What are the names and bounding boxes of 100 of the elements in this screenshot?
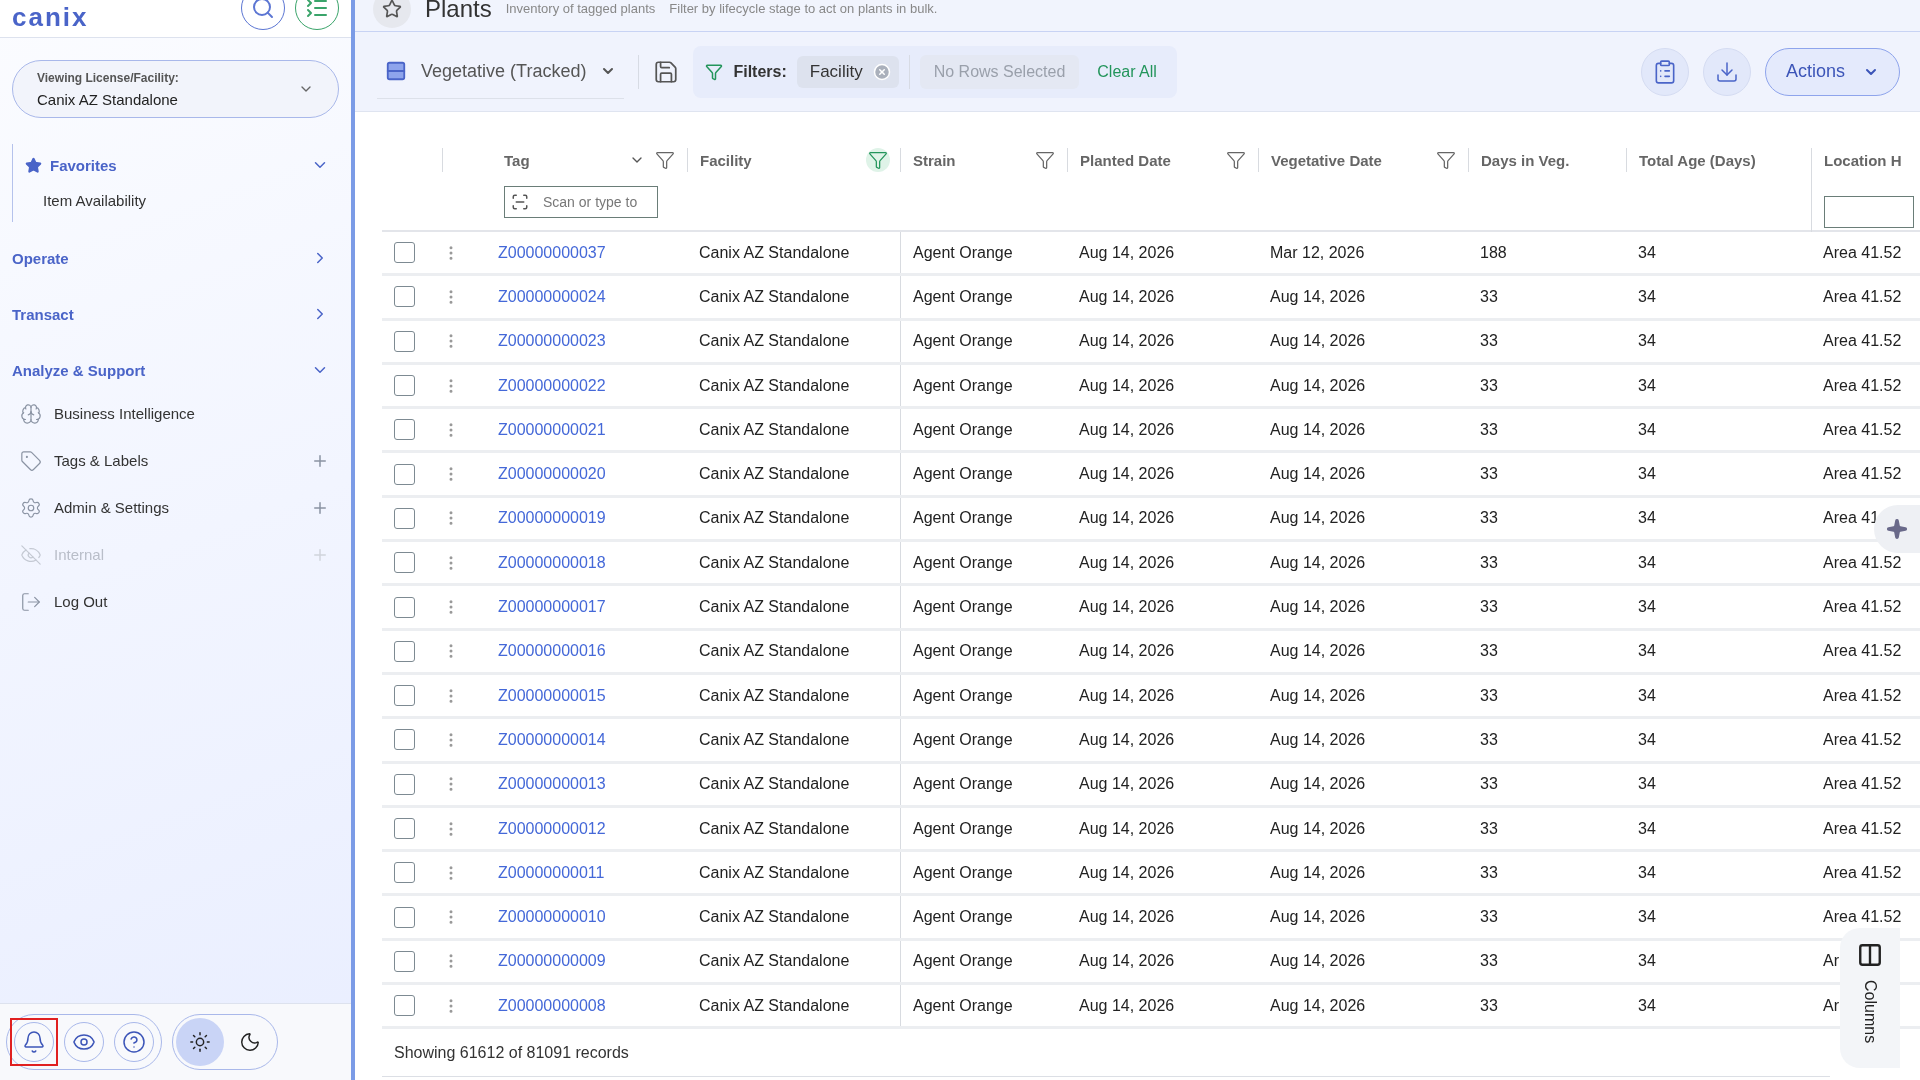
table-cell: Canix AZ Standalone [699, 775, 850, 794]
column-header[interactable]: Total Age (Days) [1639, 151, 1801, 169]
tag-link[interactable]: Z00000000010 [498, 908, 606, 927]
favorite-item[interactable]: Item Availability [13, 182, 351, 218]
row-checkbox[interactable] [394, 596, 415, 618]
table-cell: Area 41.52 [1823, 465, 1901, 484]
row-checkbox[interactable] [394, 729, 415, 751]
row-checkbox[interactable] [394, 773, 415, 795]
nav-section[interactable]: Transact [0, 294, 351, 334]
tag-link[interactable]: Z00000000019 [498, 509, 606, 528]
tag-link[interactable]: Z00000000017 [498, 598, 606, 616]
tag-link[interactable]: Z00000000020 [498, 465, 606, 484]
nav-item[interactable]: Business Intelligence [0, 390, 351, 437]
row-checkbox[interactable] [394, 995, 415, 1017]
moon-icon [239, 1031, 261, 1053]
save-button[interactable] [653, 58, 680, 85]
table-cell: 33 [1480, 376, 1498, 395]
table-cell: Ar [1823, 952, 1839, 971]
table-cell: 33 [1480, 332, 1498, 351]
table-cell: Aug 14, 2026 [1270, 819, 1366, 838]
actions-button[interactable]: Actions [1764, 47, 1900, 96]
facility-selector[interactable]: Viewing License/Facility: Canix AZ Standalone [12, 60, 339, 118]
tag-search-field[interactable]: Scan or type to [504, 186, 658, 218]
table-cell: 33 [1480, 996, 1498, 1015]
table-cell: Aug 14, 2026 [1079, 509, 1175, 528]
bell-icon [22, 1030, 46, 1054]
table-cell: 34 [1638, 642, 1656, 661]
notifications-button[interactable] [10, 1018, 58, 1066]
row-checkbox[interactable] [394, 242, 415, 264]
view-selector[interactable]: Vegetative (Tracked) [377, 44, 625, 99]
table-cell: Aug 14, 2026 [1270, 598, 1366, 616]
remove-icon[interactable] [872, 62, 891, 81]
column-header[interactable]: Planted Date [1080, 151, 1216, 169]
table-cell: 33 [1480, 952, 1498, 971]
filter-icon[interactable] [655, 150, 675, 170]
filter-icon[interactable] [1226, 150, 1246, 170]
column-header[interactable]: Location H [1824, 151, 1902, 169]
row-checkbox[interactable] [394, 552, 415, 574]
download-icon [1714, 59, 1739, 84]
tag-link[interactable]: Z00000000015 [498, 686, 606, 705]
filter-icon[interactable] [1436, 150, 1456, 170]
filter-icon[interactable] [1035, 150, 1055, 170]
nav-item[interactable]: Tags & Labels [0, 437, 351, 484]
row-checkbox[interactable] [394, 463, 415, 485]
tag-link[interactable]: Z00000000037 [498, 243, 606, 262]
column-header[interactable]: Vegetative Date [1271, 151, 1426, 169]
light-mode-button[interactable] [176, 1018, 224, 1066]
row-checkbox[interactable] [394, 640, 415, 662]
nav-item[interactable]: Admin & Settings [0, 484, 351, 531]
tag-link[interactable]: Z00000000012 [498, 819, 606, 838]
tag-link[interactable]: Z00000000013 [498, 775, 606, 794]
table-cell: 33 [1480, 553, 1498, 572]
row-checkbox[interactable] [394, 862, 415, 884]
tag-link[interactable]: Z00000000008 [498, 996, 606, 1015]
filter-chip[interactable]: Facility [796, 55, 899, 88]
search-icon [251, 0, 275, 20]
column-header[interactable]: Strain [913, 151, 1025, 169]
row-checkbox[interactable] [394, 906, 415, 928]
nav-icon [20, 590, 42, 613]
row-checkbox[interactable] [394, 818, 415, 839]
favorites-section[interactable]: Favorites [13, 148, 351, 182]
location-filter-field[interactable] [1824, 196, 1914, 228]
table-cell: Aug 14, 2026 [1270, 952, 1366, 971]
row-checkbox[interactable] [394, 507, 415, 529]
table-cell: Canix AZ Standalone [699, 730, 850, 749]
tag-link[interactable]: Z00000000018 [498, 553, 606, 572]
filter-icon[interactable] [868, 150, 888, 170]
table-cell: Aug 14, 2026 [1270, 775, 1366, 794]
column-header[interactable]: Days in Veg. [1481, 151, 1616, 169]
row-checkbox[interactable] [394, 419, 415, 441]
table-cell: Aug 14, 2026 [1270, 332, 1366, 351]
table-cell: 34 [1638, 775, 1656, 794]
table-cell: 34 [1638, 332, 1656, 351]
nav-section[interactable]: Operate [0, 238, 351, 278]
tag-link[interactable]: Z00000000023 [498, 332, 606, 351]
nav-section[interactable]: Analyze & Support [0, 350, 351, 390]
table-cell: Agent Orange [913, 730, 1013, 749]
row-checkbox[interactable] [394, 950, 415, 972]
row-checkbox[interactable] [394, 685, 415, 707]
tag-link[interactable]: Z00000000021 [498, 420, 606, 439]
table-cell: Agent Orange [913, 819, 1013, 838]
tag-link[interactable]: Z00000000016 [498, 642, 606, 661]
tag-link[interactable]: Z00000000022 [498, 376, 606, 395]
favorite-button[interactable] [373, 0, 411, 28]
row-checkbox[interactable] [394, 375, 415, 397]
sparkle-button[interactable] [1874, 505, 1920, 553]
tag-link[interactable]: Z00000000011 [498, 863, 605, 882]
clear-all-link[interactable]: Clear All [1089, 62, 1165, 81]
tag-link[interactable]: Z00000000024 [498, 287, 606, 306]
table-cell: 33 [1480, 819, 1498, 838]
tag-link[interactable]: Z00000000009 [498, 952, 606, 971]
tag-link[interactable]: Z00000000014 [498, 730, 606, 749]
nav-item[interactable]: Log Out [0, 578, 351, 625]
table-cell: 34 [1638, 465, 1656, 484]
column-header[interactable]: Facility [700, 151, 858, 169]
table-cell: Aug 14, 2026 [1270, 642, 1366, 661]
column-header[interactable]: Tag [504, 151, 621, 169]
row-checkbox[interactable] [394, 286, 415, 308]
columns-panel-button[interactable]: Columns [1840, 928, 1900, 1068]
row-checkbox[interactable] [394, 330, 415, 352]
